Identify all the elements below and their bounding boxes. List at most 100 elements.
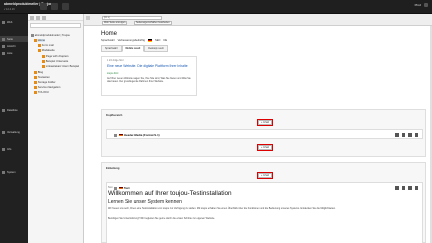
tree-search-input[interactable] (30, 23, 81, 28)
search-preview-card: 1 Ich-Folge.html Eine neue Website. Die … (101, 56, 197, 96)
preview-tabs: Sprachwahl Mobile result Desktop result (101, 45, 168, 52)
page-tree-toolbar (28, 14, 83, 21)
bookmark-icon[interactable] (40, 3, 47, 10)
tab-desktop[interactable]: Desktop result (144, 45, 168, 52)
module-item-list[interactable]: Liste (2, 51, 24, 55)
content-element: Header-Media (Format S-1) (106, 129, 423, 139)
tree-node-label: abmeldproduktmeiler | Toujou (34, 34, 70, 37)
edit-page-properties-button[interactable]: Seiteneigenschaften bearbeiten (134, 21, 172, 25)
module-label: Seite (7, 37, 13, 41)
tree-node-label: Page with chapters (45, 55, 69, 58)
module-item-web[interactable]: Web (2, 20, 24, 24)
add-content-button[interactable]: + Inhalt (257, 172, 273, 179)
globe-icon (31, 34, 34, 37)
edit-icon[interactable] (395, 133, 399, 137)
tree-node-toujou[interactable]: TOUJOU (34, 91, 49, 94)
folder-icon (2, 108, 5, 112)
content-element-title: Header-Media (Format S-1) (124, 133, 160, 137)
tree-node-blog[interactable]: Blog (34, 71, 43, 74)
tree-node-label: Form mail (41, 44, 54, 47)
refresh-icon[interactable] (42, 15, 46, 20)
module-item-info[interactable]: Info (2, 147, 24, 151)
status-label: Sprachwahl (101, 39, 115, 42)
visibility-icon[interactable] (401, 133, 405, 137)
tree-node-label: Blog (37, 71, 44, 74)
tab-sprache[interactable]: Sprachwahl (101, 45, 122, 52)
tree-node-link-intern[interactable]: Linkseitekarz intern Beispiel (42, 65, 79, 68)
add-content-button[interactable]: + Inhalt (257, 144, 273, 151)
tree-node-storage[interactable]: Storage Folder (34, 81, 56, 84)
search-icon[interactable] (424, 3, 428, 7)
more-icon[interactable] (414, 133, 418, 137)
tree-node-form-mail[interactable]: Form mail (38, 44, 54, 47)
delete-icon[interactable] (408, 133, 412, 137)
text-paragraph: Wir freuen uns sehr, Ihnen eine Testinst… (108, 207, 336, 210)
more-icon[interactable] (414, 186, 418, 190)
site-version: v 12.4.16 (4, 7, 15, 11)
tab-mobile[interactable]: Mobile result (121, 45, 145, 52)
tree-node-label: Beispiel Unterseite (45, 60, 69, 63)
delete-icon[interactable] (408, 186, 412, 190)
tree-node-root[interactable]: abmeldproduktmeiler | Toujou (31, 34, 70, 37)
tree-node-label: Service-Navigation (37, 86, 61, 89)
tree-node-service-nav[interactable]: Service-Navigation (34, 86, 60, 89)
link-page-icon (42, 65, 45, 68)
module-item-filelist[interactable]: Dateiliste (2, 108, 24, 112)
section-kopfbereich: Kopfbereich + Inhalt Header-Media (Forma… (101, 109, 426, 157)
collapse-tree-icon[interactable] (86, 16, 90, 20)
web-icon (2, 20, 5, 24)
section-title: Einleitung (106, 166, 120, 170)
add-content-button[interactable]: + Inhalt (257, 119, 273, 126)
tree-node-label: Modalseite (41, 49, 55, 52)
module-item-system[interactable]: System (2, 170, 24, 174)
storage-icon (34, 81, 37, 84)
folder-icon (34, 76, 37, 79)
edit-icon[interactable] (395, 186, 399, 190)
tree-node-home[interactable]: Home (34, 39, 45, 42)
folder-icon (34, 91, 37, 94)
new-page-icon[interactable] (30, 15, 34, 20)
content-element-header: Header-Media (Format S-1) (114, 133, 160, 137)
doc-header: [ID:1] Web Seite anzeigen Seiteneigensch… (84, 14, 432, 26)
tab-label: Mobile result (125, 47, 141, 50)
module-label: Verwaltung (7, 130, 20, 134)
view-webpage-button[interactable]: Web Seite anzeigen (102, 21, 128, 25)
page-icon (42, 60, 45, 63)
tree-node-label: Linkseitekarz intern Beispiel (45, 65, 80, 68)
user-name[interactable]: Pbcd (415, 3, 421, 7)
preview-title[interactable]: Eine neue Website. Die digitale Plattfor… (107, 64, 193, 68)
preview-breadcrumb: 1 Ich-Folge.html (107, 60, 124, 62)
tab-label: Sprachwahl (105, 47, 118, 50)
clear-cache-icon[interactable] (51, 3, 58, 10)
module-item-page[interactable]: Seite (2, 37, 24, 41)
text-heading: Willkommen auf Ihrer toujou-Testinstalla… (108, 190, 232, 197)
filter-icon[interactable] (36, 15, 40, 20)
tab-label: Desktop result (148, 47, 164, 50)
text-kicker: Text (108, 186, 113, 189)
module-label: Dateiliste (7, 108, 18, 112)
info-icon (2, 147, 5, 151)
tree-node-beispiel[interactable]: Beispiel Unterseite (42, 60, 68, 63)
tree-node-label: TOUJOU (37, 91, 49, 94)
help-icon[interactable] (62, 3, 69, 10)
module-label: Liste (7, 51, 13, 55)
module-menu: Web Seite Ansicht Liste Dateiliste Verwa… (0, 14, 28, 243)
module-item-admin[interactable]: Verwaltung (2, 130, 24, 134)
lang-code: DE (163, 39, 168, 42)
content-type-icon (114, 133, 117, 137)
visibility-icon[interactable] (401, 186, 405, 190)
tree-node-modalseite[interactable]: Modalseite (38, 49, 55, 52)
folder-icon (34, 86, 37, 89)
tree-node-chapters[interactable]: Page with chapters (42, 55, 69, 58)
content-element-actions (395, 186, 418, 190)
app-window: abmeldproduktmeiler | Toujou v 12.4.16 P… (0, 0, 432, 243)
list-icon (2, 51, 5, 55)
user-area: Pbcd (415, 3, 428, 7)
module-item-view[interactable]: Ansicht (2, 44, 24, 48)
module-label: System (7, 170, 16, 174)
tree-node-testseiten[interactable]: Testseiten (34, 76, 50, 79)
page-path-select[interactable]: [ID:1] (102, 16, 162, 20)
top-bar: abmeldproduktmeiler | Toujou v 12.4.16 P… (0, 0, 432, 14)
de-flag-icon (118, 186, 123, 190)
home-page-icon (34, 39, 37, 42)
